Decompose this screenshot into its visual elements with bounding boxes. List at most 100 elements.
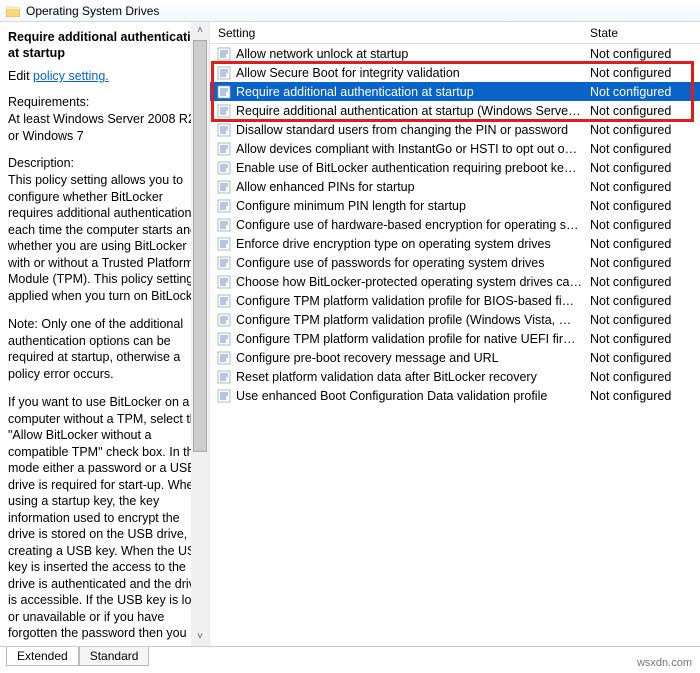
list-item[interactable]: Use enhanced Boot Configuration Data val… (210, 386, 700, 405)
list-item-state: Not configured (590, 104, 700, 118)
list-item-label: Enable use of BitLocker authentication r… (236, 161, 590, 175)
list-item[interactable]: Choose how BitLocker-protected operating… (210, 272, 700, 291)
list-item-state: Not configured (590, 294, 700, 308)
column-headers: Setting State (210, 22, 700, 44)
policy-item-icon (216, 293, 232, 309)
list-item[interactable]: Enable use of BitLocker authentication r… (210, 158, 700, 177)
list-item[interactable]: Disallow standard users from changing th… (210, 120, 700, 139)
list-item-state: Not configured (590, 47, 700, 61)
list-item-state: Not configured (590, 370, 700, 384)
list-item-label: Reset platform validation data after Bit… (236, 370, 590, 384)
list-item-state: Not configured (590, 389, 700, 403)
window-title: Operating System Drives (26, 4, 159, 18)
list-item-state: Not configured (590, 142, 700, 156)
policy-item-icon (216, 122, 232, 138)
list-item[interactable]: Configure use of hardware-based encrypti… (210, 215, 700, 234)
description-p1: This policy setting allows you to config… (8, 172, 207, 304)
requirements-heading: Requirements: (8, 95, 207, 109)
list-item-label: Allow devices compliant with InstantGo o… (236, 142, 590, 156)
column-header-setting[interactable]: Setting (216, 26, 590, 40)
list-item-label: Configure TPM platform validation profil… (236, 294, 590, 308)
list-item[interactable]: Configure TPM platform validation profil… (210, 310, 700, 329)
list-item-label: Allow Secure Boot for integrity validati… (236, 66, 590, 80)
settings-list-pane: Setting State Allow network unlock at st… (210, 22, 700, 646)
list-item[interactable]: Reset platform validation data after Bit… (210, 367, 700, 386)
policy-item-icon (216, 388, 232, 404)
left-scrollbar[interactable]: ˄ ˅ (191, 22, 209, 646)
list-item[interactable]: Configure pre-boot recovery message and … (210, 348, 700, 367)
details-pane: Require additional authentication at sta… (0, 22, 210, 646)
list-item-state: Not configured (590, 351, 700, 365)
list-item-state: Not configured (590, 161, 700, 175)
list-item-label: Configure use of passwords for operating… (236, 256, 590, 270)
list-item[interactable]: Allow network unlock at startupNot confi… (210, 44, 700, 63)
list-item-label: Configure use of hardware-based encrypti… (236, 218, 590, 232)
policy-item-icon (216, 65, 232, 81)
description-heading: Description: (8, 156, 207, 170)
scroll-down-arrow[interactable]: ˅ (197, 628, 203, 646)
list-item[interactable]: Configure minimum PIN length for startup… (210, 196, 700, 215)
list-item-label: Allow network unlock at startup (236, 47, 590, 61)
list-item-state: Not configured (590, 85, 700, 99)
policy-item-icon (216, 312, 232, 328)
main-area: Require additional authentication at sta… (0, 22, 700, 647)
list-item-state: Not configured (590, 313, 700, 327)
tab-standard[interactable]: Standard (79, 647, 150, 666)
list-item-state: Not configured (590, 275, 700, 289)
list-item[interactable]: Allow devices compliant with InstantGo o… (210, 139, 700, 158)
list-item-label: Configure TPM platform validation profil… (236, 313, 590, 327)
list-item-label: Choose how BitLocker-protected operating… (236, 275, 590, 289)
folder-icon (6, 5, 20, 17)
policy-item-icon (216, 369, 232, 385)
policy-item-icon (216, 350, 232, 366)
policy-item-icon (216, 103, 232, 119)
policy-item-icon (216, 179, 232, 195)
list-item-label: Configure minimum PIN length for startup (236, 199, 590, 213)
tab-extended[interactable]: Extended (6, 647, 79, 666)
watermark: wsxdn.com (637, 657, 692, 669)
list-item[interactable]: Require additional authentication at sta… (210, 101, 700, 120)
list-item-label: Disallow standard users from changing th… (236, 123, 590, 137)
scroll-thumb[interactable] (193, 40, 207, 452)
list-item-state: Not configured (590, 180, 700, 194)
policy-item-icon (216, 160, 232, 176)
policy-item-icon (216, 46, 232, 62)
scroll-up-arrow[interactable]: ˄ (197, 22, 203, 40)
list-item[interactable]: Configure use of passwords for operating… (210, 253, 700, 272)
list-item-label: Require additional authentication at sta… (236, 85, 590, 99)
list-item-state: Not configured (590, 199, 700, 213)
list-item-label: Enforce drive encryption type on operati… (236, 237, 590, 251)
list-item-label: Configure pre-boot recovery message and … (236, 351, 590, 365)
list-item[interactable]: Allow enhanced PINs for startupNot confi… (210, 177, 700, 196)
list-item[interactable]: Configure TPM platform validation profil… (210, 329, 700, 348)
edit-policy-link[interactable]: policy setting. (33, 69, 109, 83)
edit-prefix: Edit (8, 69, 33, 83)
list-item-label: Configure TPM platform validation profil… (236, 332, 590, 346)
policy-item-icon (216, 198, 232, 214)
requirements-body: At least Windows Server 2008 R2 or Windo… (8, 111, 207, 144)
settings-list: Allow network unlock at startupNot confi… (210, 44, 700, 405)
scroll-track[interactable] (191, 40, 209, 628)
policy-item-icon (216, 84, 232, 100)
title-bar: Operating System Drives (0, 0, 700, 22)
policy-item-icon (216, 217, 232, 233)
list-item[interactable]: Enforce drive encryption type on operati… (210, 234, 700, 253)
list-item[interactable]: Configure TPM platform validation profil… (210, 291, 700, 310)
policy-item-icon (216, 255, 232, 271)
list-item-state: Not configured (590, 237, 700, 251)
list-item-state: Not configured (590, 332, 700, 346)
list-item[interactable]: Require additional authentication at sta… (210, 82, 700, 101)
list-item-state: Not configured (590, 123, 700, 137)
policy-item-icon (216, 141, 232, 157)
list-item-state: Not configured (590, 218, 700, 232)
list-item[interactable]: Allow Secure Boot for integrity validati… (210, 63, 700, 82)
list-item-label: Allow enhanced PINs for startup (236, 180, 590, 194)
list-item-state: Not configured (590, 66, 700, 80)
list-item-label: Use enhanced Boot Configuration Data val… (236, 389, 590, 403)
list-item-label: Require additional authentication at sta… (236, 104, 590, 118)
description-p3: If you want to use BitLocker on a comput… (8, 394, 207, 642)
list-item-state: Not configured (590, 256, 700, 270)
edit-line: Edit policy setting. (8, 69, 207, 83)
column-header-state[interactable]: State (590, 26, 700, 40)
policy-title: Require additional authentication at sta… (8, 30, 207, 61)
